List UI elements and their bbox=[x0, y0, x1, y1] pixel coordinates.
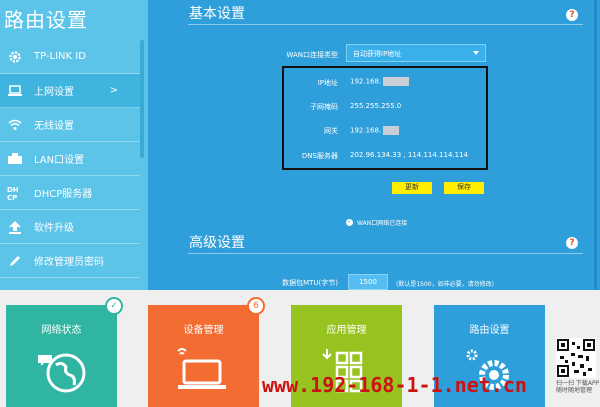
tile-label: 应用管理 bbox=[326, 325, 367, 336]
check-icon: ✓ bbox=[346, 219, 353, 226]
wan-status: ✓ WAN口网络已连接 bbox=[346, 218, 407, 227]
upload-icon bbox=[6, 218, 24, 236]
tile-label: 设备管理 bbox=[183, 325, 224, 336]
sidebar-item-lan[interactable]: LAN口设置 bbox=[0, 142, 140, 176]
laptop-icon bbox=[174, 347, 234, 395]
tile-network-status[interactable]: 网络状态 ✓ bbox=[6, 297, 123, 407]
qr-code bbox=[556, 338, 596, 378]
mtu-label: 数据包MTU(字节) bbox=[282, 279, 338, 287]
sidebar-item-password[interactable]: 修改管理员密码 bbox=[0, 244, 140, 278]
dns-value: 202.96.134.33 , 114.114.114.114 bbox=[350, 151, 469, 159]
main-panel: 基本设置 ? WAN口连接类型 自动获得IP地址 IP地址 192.168. 子… bbox=[148, 0, 600, 290]
sidebar-item-label: 上网设置 bbox=[34, 87, 74, 98]
masked-value bbox=[383, 126, 400, 135]
sidebar-item-label: DHCP服务器 bbox=[34, 189, 93, 200]
sidebar-item-label: 修改管理员密码 bbox=[34, 257, 104, 268]
sidebar-nav: TP-LINK ID 上网设置 > 无线设置 LAN口设置 DHCP DHCP bbox=[0, 40, 140, 278]
gear-icon bbox=[6, 48, 24, 66]
sidebar-item-internet[interactable]: 上网设置 > bbox=[0, 74, 140, 108]
masked-value bbox=[383, 77, 410, 86]
sidebar-item-wireless[interactable]: 无线设置 bbox=[0, 108, 140, 142]
pencil-icon bbox=[6, 252, 24, 270]
save-button[interactable]: 保存 bbox=[444, 182, 484, 194]
svg-text:CP: CP bbox=[7, 194, 17, 201]
basic-settings-title: 基本设置 bbox=[189, 6, 245, 22]
sidebar-item-label: LAN口设置 bbox=[34, 155, 85, 166]
refresh-button[interactable]: 更新 bbox=[392, 182, 432, 194]
ip-value: 192.168. bbox=[350, 77, 410, 86]
sidebar-title: 路由设置 bbox=[4, 8, 88, 32]
chevron-down-icon bbox=[473, 51, 479, 55]
tile-label: 路由设置 bbox=[469, 325, 510, 336]
check-badge: ✓ bbox=[105, 297, 123, 315]
sidebar-scrollbar[interactable] bbox=[140, 40, 144, 158]
sidebar-item-upgrade[interactable]: 软件升级 bbox=[0, 210, 140, 244]
watermark: www.192-168-1-1.net.cn bbox=[262, 373, 527, 397]
sidebar-item-label: TP-LINK ID bbox=[34, 51, 86, 62]
subnet-mask-label: 子网掩码 bbox=[310, 103, 338, 111]
tile-label: 网络状态 bbox=[41, 325, 82, 336]
device-count-badge: 6 bbox=[247, 297, 265, 315]
qr-caption: 扫一扫 下载APP 随时随地管理 bbox=[556, 380, 600, 394]
wan-type-select[interactable]: 自动获得IP地址 bbox=[346, 44, 486, 62]
svg-text:DH: DH bbox=[7, 186, 19, 194]
gateway-label: 网关 bbox=[324, 127, 338, 135]
wan-type-value: 自动获得IP地址 bbox=[353, 50, 402, 58]
sidebar-item-label: 无线设置 bbox=[34, 121, 74, 132]
mtu-hint: (默认是1500，如非必要，请勿修改) bbox=[396, 281, 494, 288]
laptop-icon bbox=[6, 82, 24, 100]
help-icon[interactable]: ? bbox=[566, 237, 578, 249]
lan-icon bbox=[6, 150, 24, 168]
divider bbox=[188, 24, 583, 25]
advanced-settings-title: 高级设置 bbox=[189, 235, 245, 251]
dhcp-icon: DH CP bbox=[6, 184, 24, 202]
gateway-value: 192.168. bbox=[350, 126, 400, 135]
divider bbox=[188, 253, 583, 254]
dns-label: DNS服务器 bbox=[301, 152, 338, 160]
main-scrollbar[interactable] bbox=[594, 0, 597, 290]
sidebar-item-label: 软件升级 bbox=[34, 223, 74, 234]
subnet-mask-value: 255.255.255.0 bbox=[350, 102, 402, 110]
tile-device-management[interactable]: 设备管理 6 bbox=[148, 297, 265, 407]
wifi-icon bbox=[6, 116, 24, 134]
wan-type-label: WAN口连接类型 bbox=[286, 51, 338, 59]
help-icon[interactable]: ? bbox=[566, 9, 578, 21]
mtu-input[interactable]: 1500 bbox=[348, 274, 388, 290]
wan-status-text: WAN口网络已连接 bbox=[357, 220, 408, 227]
sidebar-item-tplink-id[interactable]: TP-LINK ID bbox=[0, 40, 140, 74]
chevron-right-icon: > bbox=[109, 85, 118, 96]
globe-icon bbox=[36, 347, 88, 397]
ip-label: IP地址 bbox=[317, 79, 338, 87]
sidebar-item-dhcp[interactable]: DH CP DHCP服务器 bbox=[0, 176, 140, 210]
sidebar: 路由设置 TP-LINK ID 上网设置 > 无线设置 LAN口设置 DH CP… bbox=[0, 0, 148, 290]
